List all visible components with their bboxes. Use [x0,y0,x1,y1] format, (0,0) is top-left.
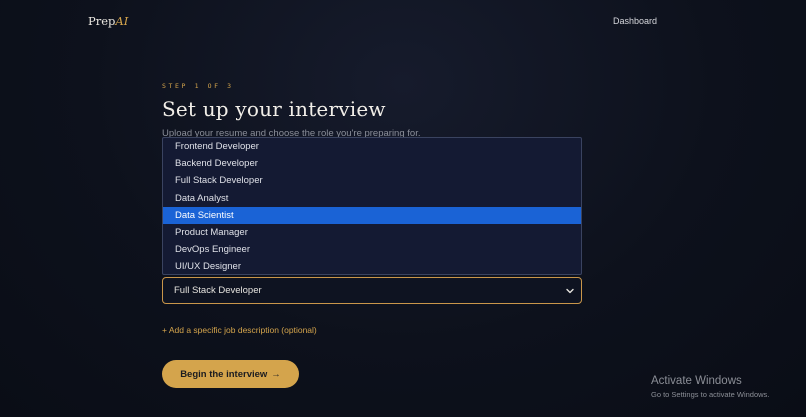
activate-windows-watermark: Activate Windows Go to Settings to activ… [651,375,769,399]
role-option-data-scientist[interactable]: Data Scientist [163,206,581,224]
role-option-backend[interactable]: Backend Developer [163,155,581,172]
begin-interview-button[interactable]: Begin the interview → [162,360,299,388]
role-select[interactable]: Full Stack Developer [162,277,582,304]
page-title: Set up your interview [162,97,386,121]
watermark-title: Activate Windows [651,375,742,387]
brand-name: Prep [88,14,116,28]
nav-dashboard-link[interactable]: Dashboard [613,16,657,26]
role-option-full-stack[interactable]: Full Stack Developer [163,172,581,189]
chevron-down-icon [566,288,574,293]
step-indicator: STEP 1 OF 3 [162,82,234,90]
role-option-frontend[interactable]: Frontend Developer [163,138,581,155]
role-option-ui-ux[interactable]: UI/UX Designer [163,258,581,274]
role-option-data-analyst[interactable]: Data Analyst [163,190,581,207]
add-job-description-link[interactable]: + Add a specific job description (option… [162,325,317,335]
role-select-value: Full Stack Developer [174,285,262,296]
watermark-subtitle: Go to Settings to activate Windows. [651,390,770,399]
begin-interview-label: Begin the interview [180,368,268,380]
role-option-devops[interactable]: DevOps Engineer [163,241,581,258]
role-dropdown-list: Frontend Developer Backend Developer Ful… [162,137,582,275]
role-option-product-manager[interactable]: Product Manager [163,224,581,241]
brand-logo[interactable]: PrepAI [88,14,128,28]
brand-accent: AI [115,14,129,28]
arrow-right-icon: → [271,368,281,380]
